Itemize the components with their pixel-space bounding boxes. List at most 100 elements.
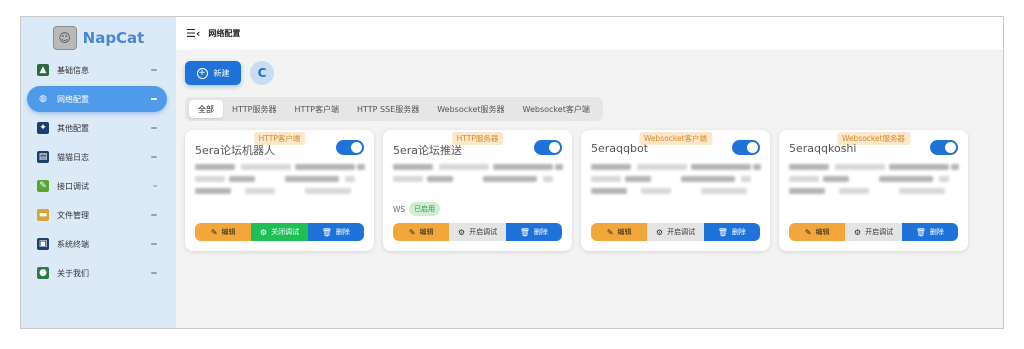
redacted-text	[951, 164, 959, 170]
sidebar-nav: ▲ 基础信息 ◍ 网络配置 ✦ 其他配置 ▤ 猫猫日志 ✎ 接口调试 ⌄ ▬ 文件管理 ▣ 系统终端 ● 关于我…	[27, 57, 167, 289]
edit-button[interactable]: ✎ 编辑	[591, 223, 648, 241]
redacted-text	[879, 176, 933, 182]
card-actions: ✎ 编辑 ⚙ 开启调试 🗑 删除	[789, 223, 958, 241]
redacted-text	[641, 188, 671, 194]
trash-icon: 🗑	[717, 227, 728, 237]
debug-button-label: 开启调试	[865, 228, 894, 236]
card-name: 5eraqqkoshi	[789, 142, 857, 155]
card-name: 5era论坛机器人	[195, 144, 276, 157]
sidebar-item-label: 文件管理	[57, 210, 89, 220]
dash-icon	[151, 69, 157, 71]
trash-icon: 🗑	[519, 227, 530, 237]
redacted-text	[789, 164, 829, 170]
debug-button-label: 开启调试	[469, 228, 498, 236]
card-name: 5era论坛推送	[393, 144, 463, 157]
sidebar-item-label: 系统终端	[57, 239, 89, 249]
app-window: ☺ NapCat ▲ 基础信息 ◍ 网络配置 ✦ 其他配置 ▤ 猫猫日志 ✎ 接口调试 ⌄ ▬ 文件管理…	[20, 16, 1004, 329]
sidebar-item-label: 猫猫日志	[57, 152, 89, 162]
delete-button-label: 删除	[731, 228, 746, 236]
debug-button[interactable]: ⚙ 开启调试	[845, 223, 902, 241]
sidebar-item-3[interactable]: ▤ 猫猫日志	[27, 144, 167, 170]
card-name: 5eraqqbot	[591, 142, 649, 155]
brand: ☺ NapCat	[21, 23, 176, 53]
redacted-text	[789, 176, 819, 182]
tab-2[interactable]: HTTP客户端	[285, 100, 347, 118]
dash-icon	[151, 98, 157, 100]
sidebar-item-4[interactable]: ✎ 接口调试 ⌄	[27, 173, 167, 199]
tab-0[interactable]: 全部	[189, 100, 223, 118]
debug-button[interactable]: ⚙ 关闭调试	[251, 223, 308, 241]
dash-icon	[151, 127, 157, 129]
sidebar-item-5[interactable]: ▬ 文件管理	[27, 202, 167, 228]
redacted-text	[741, 176, 751, 182]
filter-tabs: 全部 HTTP服务器 HTTP客户端 HTTP SSE服务器 Websocket服务器 W…	[185, 97, 603, 121]
debug-button[interactable]: ⚙ 开启调试	[449, 223, 506, 241]
sidebar-item-7[interactable]: ● 关于我们	[27, 260, 167, 286]
bug-icon: ⚙	[457, 227, 466, 237]
dash-icon	[151, 272, 157, 274]
bug-icon: ⚙	[853, 227, 862, 237]
redacted-text	[439, 164, 489, 170]
redacted-text	[195, 164, 235, 170]
redacted-text	[681, 176, 735, 182]
new-button[interactable]: + 新建	[185, 61, 241, 85]
delete-button-label: 删除	[533, 228, 548, 236]
tab-4[interactable]: Websocket服务器	[428, 100, 513, 118]
redacted-text	[591, 176, 621, 182]
dash-icon	[151, 243, 157, 245]
delete-button[interactable]: 🗑 删除	[307, 223, 364, 241]
delete-button[interactable]: 🗑 删除	[505, 223, 562, 241]
sidebar-item-label: 基础信息	[57, 65, 89, 75]
trash-icon: 🗑	[321, 227, 332, 237]
redacted-text	[483, 176, 537, 182]
menu-collapse-icon[interactable]: ☰‹	[186, 27, 200, 40]
sidebar-item-label: 关于我们	[57, 268, 89, 278]
config-card: HTTP客户端 5era论坛机器人 ✎ 编辑 ⚙ 关闭调试 🗑 删除	[185, 130, 374, 251]
ws-label: WS	[393, 205, 406, 214]
sidebar-item-6[interactable]: ▣ 系统终端	[27, 231, 167, 257]
redacted-text	[285, 176, 339, 182]
dash-icon	[151, 214, 157, 216]
config-cards: HTTP客户端 5era论坛机器人 ✎ 编辑 ⚙ 关闭调试 🗑 删除 HTTP服务器 5era论坛…	[185, 130, 968, 251]
terminal-icon: ▣	[37, 238, 49, 250]
debug-button[interactable]: ⚙ 开启调试	[647, 223, 704, 241]
edit-button[interactable]: ✎ 编辑	[195, 223, 252, 241]
cat-logo-icon: ☺	[52, 26, 77, 50]
redacted-text	[195, 176, 225, 182]
edit-button[interactable]: ✎ 编辑	[393, 223, 450, 241]
edit-icon: ✎	[408, 227, 416, 237]
redacted-text	[195, 188, 231, 194]
info-icon: ▲	[37, 64, 49, 76]
edit-icon: ✎	[606, 227, 614, 237]
redacted-text	[591, 188, 627, 194]
redacted-text	[555, 164, 563, 170]
sidebar-item-1[interactable]: ◍ 网络配置	[27, 86, 167, 112]
enable-toggle[interactable]	[930, 140, 958, 155]
tab-3[interactable]: HTTP SSE服务器	[348, 100, 428, 118]
config-card: Websocket服务器 5eraqqkoshi ✎ 编辑 ⚙ 开启调试 🗑 删除	[779, 130, 968, 251]
dash-icon	[151, 156, 157, 158]
action-bar: + 新建 C	[185, 61, 274, 85]
refresh-button[interactable]: C	[250, 61, 274, 85]
redacted-text	[493, 164, 553, 170]
redacted-text	[701, 188, 747, 194]
enable-toggle[interactable]	[534, 140, 562, 155]
bug-icon: ⚙	[655, 227, 664, 237]
sidebar-item-0[interactable]: ▲ 基础信息	[27, 57, 167, 83]
delete-button[interactable]: 🗑 删除	[901, 223, 958, 241]
edit-button[interactable]: ✎ 编辑	[789, 223, 846, 241]
redacted-text	[345, 176, 355, 182]
card-actions: ✎ 编辑 ⚙ 开启调试 🗑 删除	[393, 223, 562, 241]
tab-5[interactable]: Websocket客户端	[514, 100, 599, 118]
enable-toggle[interactable]	[732, 140, 760, 155]
sidebar: ☺ NapCat ▲ 基础信息 ◍ 网络配置 ✦ 其他配置 ▤ 猫猫日志 ✎ 接口调试 ⌄ ▬ 文件管理…	[21, 17, 176, 328]
enable-toggle[interactable]	[336, 140, 364, 155]
tab-1[interactable]: HTTP服务器	[223, 100, 285, 118]
refresh-icon: C	[257, 66, 267, 80]
ws-status-badge: 已启用	[409, 202, 440, 216]
sidebar-item-2[interactable]: ✦ 其他配置	[27, 115, 167, 141]
redacted-text	[591, 164, 631, 170]
plus-icon: +	[196, 67, 208, 79]
edit-icon: ✎	[804, 227, 812, 237]
delete-button[interactable]: 🗑 删除	[703, 223, 760, 241]
